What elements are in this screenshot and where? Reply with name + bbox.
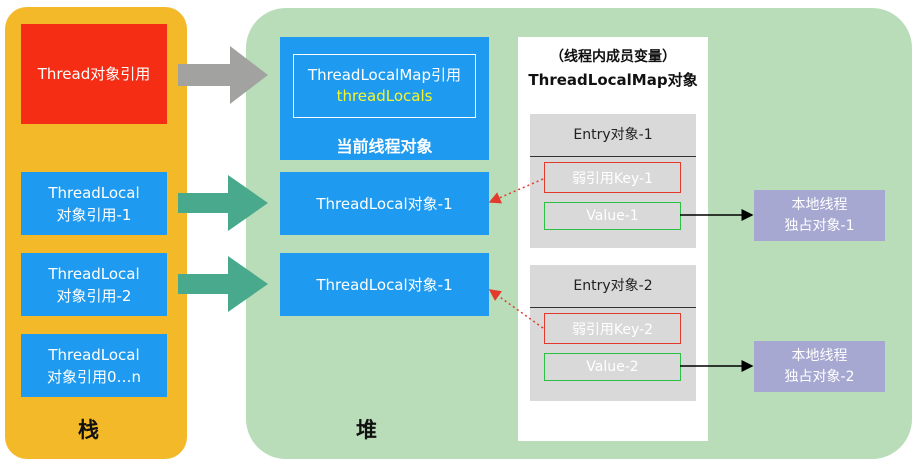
weak-ref-1-arrow: [488, 178, 544, 204]
threadlocal-ref-1-arrow: [178, 175, 268, 231]
weak-ref-2-arrow: [488, 289, 544, 329]
arrows-layer: [178, 46, 754, 372]
threadlocal-ref-2-arrow: [178, 256, 268, 312]
thread-ref-arrow: [178, 46, 268, 104]
